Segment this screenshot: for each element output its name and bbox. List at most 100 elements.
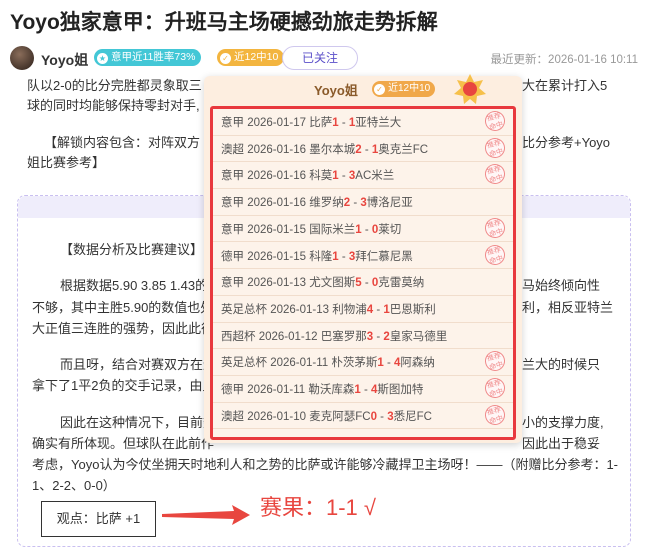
analysis-text: 因此在这种情况下，目前数 — [60, 415, 217, 430]
match-away-team: 莱切 — [378, 223, 402, 236]
match-record-text: 德甲 2026-01-15 科隆1 - 3拜仁慕尼黑 — [221, 248, 413, 264]
match-home-team: 比萨 — [309, 117, 333, 129]
match-away-team: 亚特兰大 — [355, 117, 402, 129]
match-league: 英足总杯 — [221, 357, 271, 370]
hit-stamp-icon: 推荐命中 — [482, 349, 508, 374]
match-record-text: 意甲 2026-01-16 维罗纳2 - 3博洛尼亚 — [221, 194, 413, 210]
popup-hit-tag-label: 近12中10 — [388, 83, 431, 94]
body-text: 大在累计打入5 — [522, 78, 608, 93]
recent-hit-badge-label: 近12中10 — [234, 51, 279, 63]
match-home-team: 墨尔本城 — [309, 143, 356, 156]
article-title: Yoyo独家意甲：升班马主场硬撼劲旅走势拆解 — [10, 11, 438, 34]
match-date: 2026-01-10 — [247, 410, 310, 423]
last-updated: 最近更新：2026-01-16 10:11 — [490, 54, 638, 66]
match-home-team: 利物浦 — [332, 303, 367, 316]
match-score-sep: - — [383, 357, 395, 370]
match-league: 澳超 — [221, 143, 248, 156]
match-record-row[interactable]: 意甲 2026-01-16 科莫1 - 3AC米兰 推荐命中 — [213, 162, 513, 190]
analysis-text: 大正值三连胜的强势，因此此征 — [32, 321, 215, 336]
match-league: 英足总杯 — [221, 303, 271, 316]
match-league: 意甲 — [221, 117, 248, 129]
match-league: 澳超 — [221, 410, 248, 423]
body-text: 队以2-0的比分完胜都灵象取三 — [27, 78, 202, 93]
match-away-team: 奥克兰FC — [378, 143, 429, 156]
recent-hit-badge[interactable]: ✓ 近12中10 — [217, 49, 285, 66]
match-away-team: 悉尼FC — [393, 410, 432, 423]
hit-stamp-icon: 推荐命中 — [482, 108, 508, 134]
author-avatar[interactable] — [10, 46, 34, 70]
match-date: 2026-01-13 — [247, 277, 310, 290]
match-date: 2026-01-11 — [270, 357, 332, 370]
match-league: 意甲 — [221, 170, 248, 183]
match-score-sep: - — [373, 303, 384, 316]
author-name[interactable]: Yoyo姐 — [41, 50, 88, 70]
body-text: 球的同时均能够保持零封对手, — [27, 98, 200, 113]
analysis-text: 拿下了1平2负的交手记录，由此 — [32, 378, 216, 393]
hit-stamp-icon: 推荐命中 — [482, 215, 508, 241]
match-away-team: 博洛尼亚 — [366, 197, 413, 210]
hit-stamp-icon: 推荐命中 — [482, 375, 508, 401]
author-row: Yoyo姐 ★ 意甲近11胜率73% ✓ 近12中10 已关注 最近更新：2026-… — [10, 44, 642, 72]
match-score-sep: - — [350, 197, 361, 210]
match-record-text: 意甲 2026-01-16 科莫1 - 3AC米兰 — [221, 167, 394, 183]
match-league: 德甲 — [221, 250, 248, 263]
analysis-text: 而且呀，结合对赛双方在近 — [60, 357, 217, 372]
record-popup: Yoyo姐 ✓ 近12中10 意甲 2026-01-17 比萨1 - 1亚特兰大推… — [204, 74, 522, 443]
popup-hit-tag: ✓ 近12中10 — [372, 81, 436, 97]
match-record-row[interactable]: 西超杯 2026-01-12 巴塞罗那3 - 2皇家马德里 — [213, 323, 513, 350]
match-record-text: 德甲 2026-01-11 勒沃库森1 - 4斯图加特 — [221, 381, 423, 397]
match-away-team: 斯图加特 — [377, 384, 424, 396]
analysis-text: 考虑，Yoyo认为今仗坐拥天时地利人和之势的比萨或许能够冷藏捍卫主场呀！——（附… — [32, 457, 618, 472]
analysis-text: 确实有所体现。但球队在此前作 — [32, 436, 215, 451]
analysis-text: 因此出于稳妥 — [522, 436, 601, 451]
match-score-sep: - — [373, 330, 384, 343]
match-league: 西超杯 — [221, 330, 259, 343]
analysis-text: 根据数据5.90 3.85 1.43的 — [60, 278, 209, 293]
match-result: 赛果：1-1 √ — [260, 495, 376, 520]
match-record-row[interactable]: 德甲 2026-01-15 科隆1 - 3拜仁慕尼黑 推荐命中 — [213, 242, 513, 270]
arrow-right-icon — [162, 505, 250, 525]
unlock-text: 【解锁内容包含：对阵双方 — [44, 135, 201, 150]
match-record-text: 意甲 2026-01-17 比萨1 - 1亚特兰大 — [221, 114, 401, 130]
match-record-row[interactable]: 德甲 2026-01-11 勒沃库森1 - 4斯图加特 推荐命中 — [213, 375, 513, 403]
match-record-text: 西超杯 2026-01-12 巴塞罗那3 - 2皇家马德里 — [221, 328, 447, 344]
match-record-text: 意甲 2026-01-15 国际米兰1 - 0莱切 — [221, 221, 401, 237]
match-record-row[interactable]: 意甲 2026-01-13 尤文图斯5 - 0克雷莫纳 — [213, 269, 513, 296]
match-away-team: 拜仁慕尼黑 — [355, 250, 413, 263]
match-home-team: 尤文图斯 — [309, 277, 356, 290]
match-home-team: 巴塞罗那 — [320, 330, 367, 343]
match-away-team: 巴恩斯利 — [389, 303, 436, 316]
unlock-text: 比分参考+Yoyo — [522, 135, 611, 150]
match-record-row[interactable]: 意甲 2026-01-17 比萨1 - 1亚特兰大 推荐命中 — [213, 108, 513, 136]
match-score-sep: - — [338, 250, 349, 263]
hit-stamp-icon: 推荐命中 — [482, 402, 508, 427]
match-date: 2026-01-11 — [247, 384, 309, 396]
match-away-team: 阿森纳 — [400, 357, 435, 370]
winrate-badge[interactable]: ★ 意甲近11胜率73% — [94, 49, 202, 66]
match-record-text: 意甲 2026-01-13 尤文图斯5 - 0克雷莫纳 — [221, 274, 424, 290]
match-record-row[interactable]: 英足总杯 2026-01-11 朴茨茅斯1 - 4阿森纳 推荐命中 — [213, 349, 513, 376]
follow-button[interactable]: 已关注 — [282, 46, 358, 70]
hit-stamp-icon: 推荐命中 — [482, 162, 508, 187]
match-date: 2026-01-16 — [247, 170, 310, 183]
match-date: 2026-01-13 — [270, 303, 333, 316]
hit-stamp-icon: 推荐命中 — [482, 135, 508, 160]
winrate-badge-label: 意甲近11胜率73% — [111, 51, 196, 63]
analysis-text: 兰大的时候只 — [522, 357, 601, 372]
analysis-text: 1、2-2、0-0） — [32, 478, 116, 493]
medal-icon — [454, 74, 486, 104]
match-record-row[interactable]: 澳超 2026-01-16 墨尔本城2 - 1奥克兰FC 推荐命中 — [213, 135, 513, 163]
match-home-team: 科莫 — [309, 170, 333, 183]
match-record-row[interactable]: 澳超 2026-01-10 麦克阿瑟FC0 - 3悉尼FC 推荐命中 — [213, 402, 513, 430]
match-record-list: 意甲 2026-01-17 比萨1 - 1亚特兰大 推荐命中 澳超 2026-01-… — [210, 106, 516, 440]
match-date: 2026-01-12 — [258, 330, 321, 343]
match-record-row[interactable]: 英足总杯 2026-01-13 利物浦4 - 1巴恩斯利 — [213, 296, 513, 323]
match-record-text: 英足总杯 2026-01-13 利物浦4 - 1巴恩斯利 — [221, 301, 436, 317]
match-away-team: 克雷莫纳 — [378, 277, 425, 290]
match-record-row[interactable]: 意甲 2026-01-15 国际米兰1 - 0莱切 推荐命中 — [213, 215, 513, 243]
analysis-text: 马始终倾向性 — [522, 278, 601, 293]
match-score-sep: - — [338, 117, 349, 129]
match-record-row[interactable]: 意甲 2026-01-16 维罗纳2 - 3博洛尼亚 — [213, 189, 513, 216]
hit-stamp-icon: 推荐命中 — [482, 242, 508, 267]
match-score-sep: - — [361, 143, 372, 156]
